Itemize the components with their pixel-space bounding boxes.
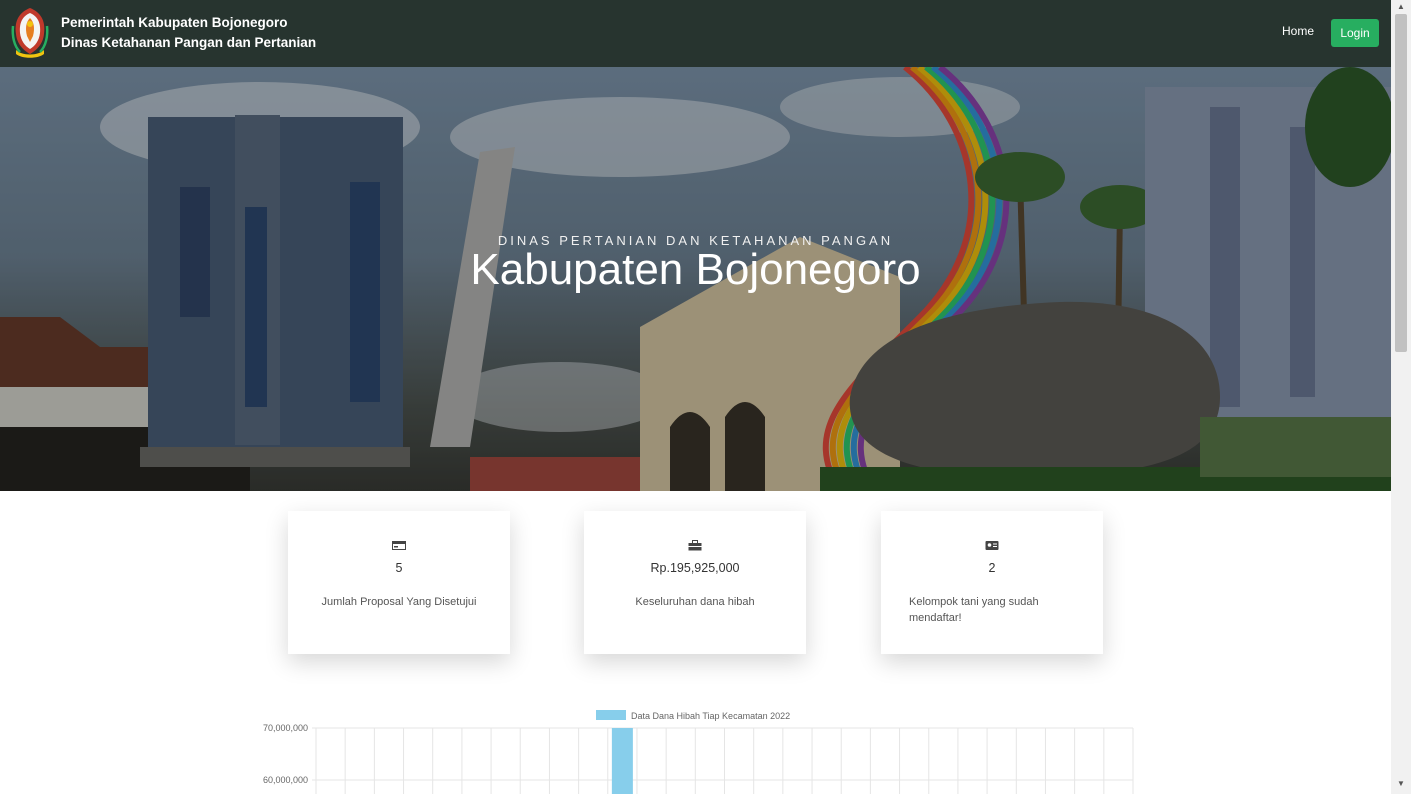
money-bill-icon (392, 541, 406, 550)
top-navbar: Pemerintah Kabupaten Bojonegoro Dinas Ke… (0, 0, 1391, 67)
brand-line-1: Pemerintah Kabupaten Bojonegoro (61, 15, 288, 30)
hero-title: Kabupaten Bojonegoro (470, 245, 921, 294)
legend-swatch (596, 710, 626, 720)
stat-label: Keseluruhan dana hibah (635, 596, 755, 608)
chart-grid (312, 727, 1134, 794)
nav-home-link[interactable]: Home (1282, 24, 1314, 38)
hero-banner: DINAS PERTANIAN DAN KETAHANAN PANGAN Kab… (0, 67, 1391, 491)
chart-bars (611, 728, 633, 794)
grant-by-district-chart: Data Dana Hibah Tiap Kecamatan 2022 70,0… (263, 710, 1134, 794)
stat-label: Kelompok tani yang sudah mendaftar! (909, 596, 1039, 624)
stat-card-approved-proposals: 5 Jumlah Proposal Yang Disetujui (288, 511, 510, 654)
stat-card-total-grant: Rp.195,925,000 Keseluruhan dana hibah (584, 511, 806, 654)
bojonegoro-logo-icon[interactable] (10, 6, 50, 60)
stat-value: Rp.195,925,000 (650, 561, 740, 575)
scroll-down-arrow-icon[interactable]: ▼ (1396, 780, 1406, 788)
id-card-icon (985, 541, 999, 550)
y-tick-label: 70,000,000 (263, 723, 308, 733)
stat-card-registered-groups: 2 Kelompok tani yang sudah mendaftar! (881, 511, 1103, 654)
stat-value: 2 (988, 561, 996, 575)
chart-bar[interactable] (611, 728, 633, 794)
legend-label: Data Dana Hibah Tiap Kecamatan 2022 (631, 711, 790, 721)
y-tick-label: 60,000,000 (263, 775, 308, 785)
scroll-up-arrow-icon[interactable]: ▲ (1396, 3, 1406, 11)
toolbox-icon (688, 540, 702, 551)
brand-title[interactable]: Pemerintah Kabupaten Bojonegoro Dinas Ke… (61, 13, 316, 53)
scrollbar-thumb[interactable] (1395, 14, 1407, 352)
stat-label: Jumlah Proposal Yang Disetujui (321, 596, 477, 608)
stat-value: 5 (395, 561, 403, 575)
brand-line-2: Dinas Ketahanan Pangan dan Pertanian (61, 35, 317, 50)
login-button[interactable]: Login (1331, 19, 1379, 47)
